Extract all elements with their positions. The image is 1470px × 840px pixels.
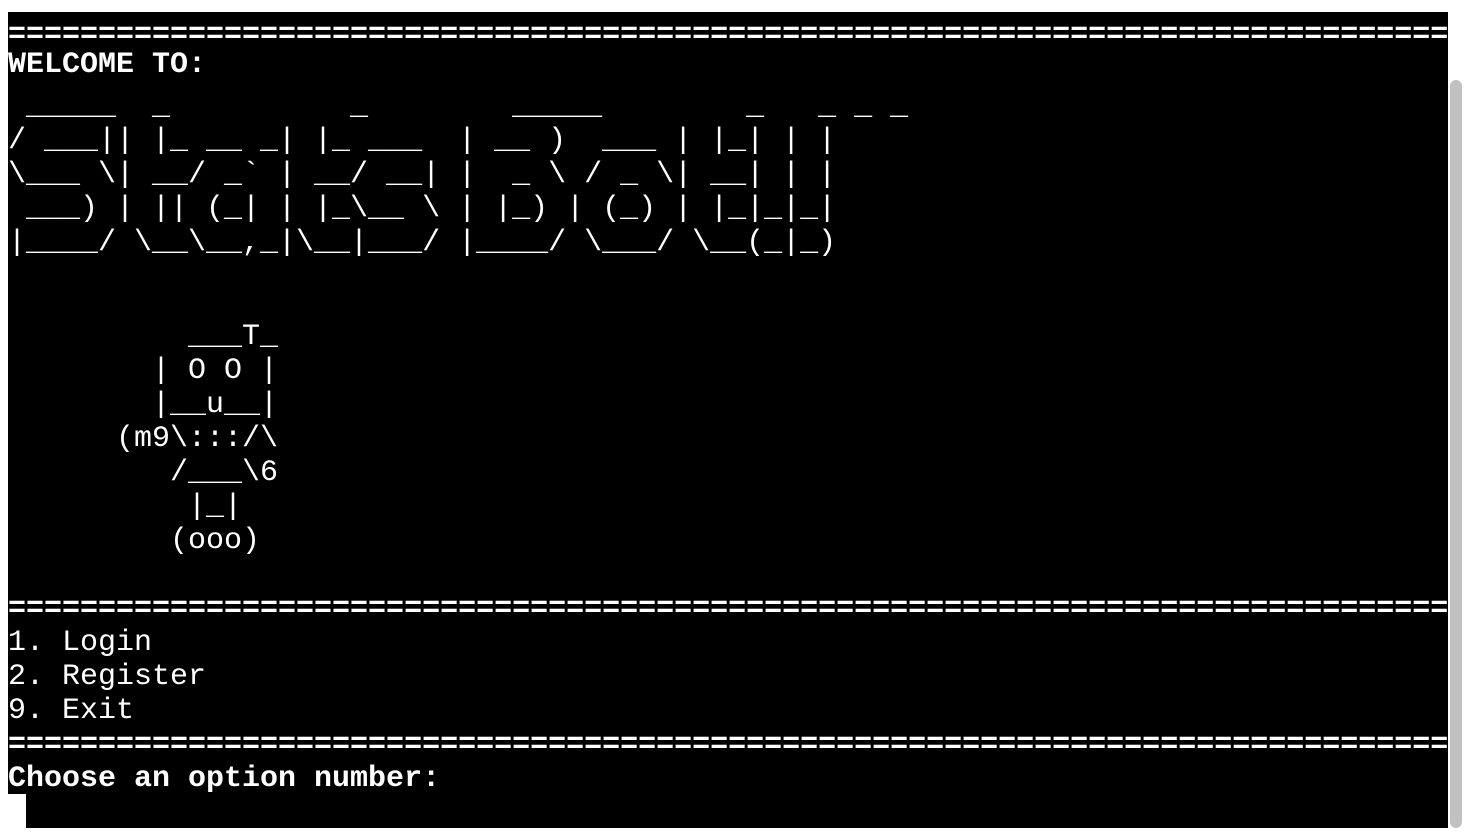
- robot-art-line: (ooo): [8, 524, 261, 558]
- logo-line: ___) | || (_| | |_\__ \ | |_) | (_) | |_…: [8, 192, 837, 226]
- robot-art-line: ___T_: [8, 320, 279, 354]
- menu-item-register: 2. Register: [8, 660, 207, 694]
- scrollbar-thumb[interactable]: [1450, 80, 1462, 828]
- prompt-text: Choose an option number:: [8, 762, 441, 794]
- input-prompt: Choose an option number:: [8, 762, 454, 794]
- logo-line: / ___|| |_ __ _| |_ ___ | __ ) ___ | |_|…: [8, 124, 837, 158]
- logo-line: \___ \| __/ _` | __/ __| | _ \ / _ \| __…: [8, 158, 837, 192]
- terminal-window[interactable]: ========================================…: [8, 12, 1448, 794]
- divider-line: ========================================…: [8, 592, 1448, 626]
- robot-art-line: |__u__|: [8, 388, 279, 422]
- menu-item-exit: 9. Exit: [8, 694, 135, 728]
- logo-line: |____/ \__\__,_|\__|___/ |____/ \___/ \_…: [8, 226, 837, 260]
- divider-line: ========================================…: [8, 18, 1448, 52]
- welcome-text: WELCOME TO:: [8, 48, 207, 82]
- robot-art-line: (m9\:::/\: [8, 422, 279, 456]
- divider-line: ========================================…: [8, 728, 1448, 762]
- robot-art-line: /___\6: [8, 456, 279, 490]
- terminal-input-area[interactable]: [26, 794, 1448, 828]
- robot-art-line: | O O |: [8, 354, 279, 388]
- robot-art-line: |_|: [8, 490, 243, 524]
- logo-line: _____ _ _ _____ _ _ _ _: [8, 90, 927, 124]
- menu-item-login: 1. Login: [8, 626, 153, 660]
